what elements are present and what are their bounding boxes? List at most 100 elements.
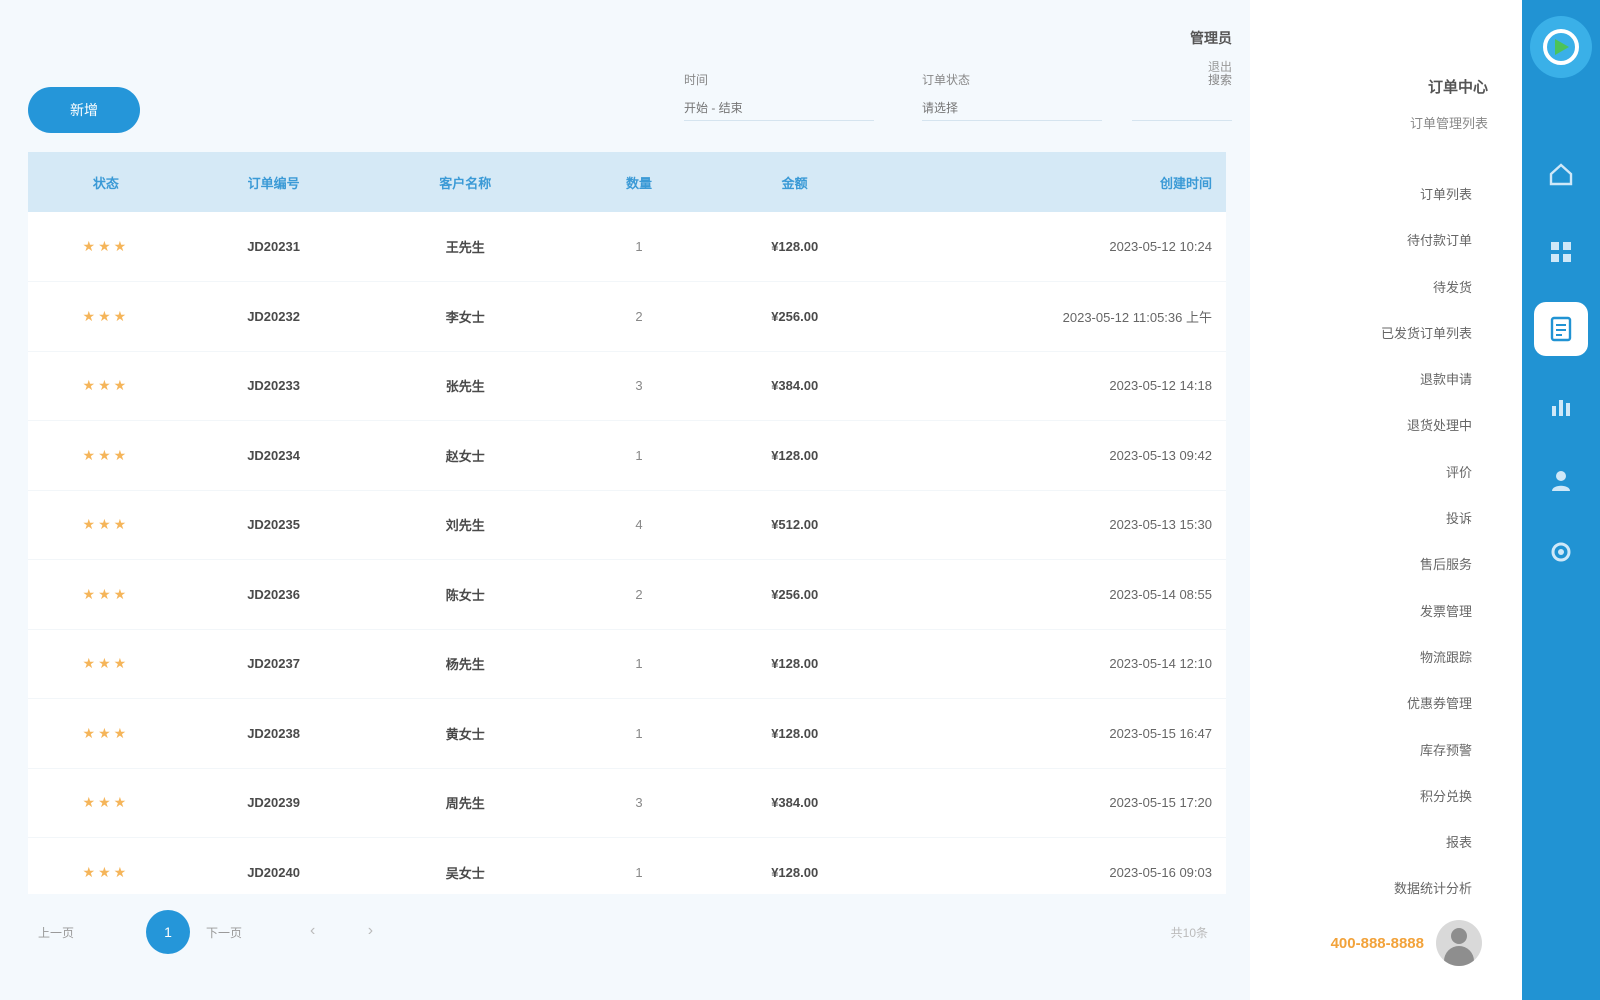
- table-row[interactable]: ★★★ JD20233 张先生 3 ¥384.00 2023-05-12 14:…: [28, 351, 1226, 421]
- table-row[interactable]: ★★★ JD20240 吴女士 1 ¥128.00 2023-05-16 09:…: [28, 837, 1226, 894]
- subnav-header: 订单中心 订单管理列表: [1410, 76, 1488, 132]
- subnav-item[interactable]: 待发货: [1252, 265, 1472, 311]
- cell-order-no: JD20239: [183, 768, 364, 838]
- col-header-amount[interactable]: 金额: [711, 152, 879, 212]
- chart-icon[interactable]: [1541, 386, 1581, 426]
- cell-qty: 1: [567, 629, 711, 699]
- rating-stars: ★★★: [82, 794, 130, 811]
- cell-customer: 李女士: [363, 281, 568, 352]
- col-header-customer[interactable]: 客户名称: [363, 152, 567, 212]
- subnav-item[interactable]: 发票管理: [1252, 589, 1472, 635]
- cell-created: 2023-05-14 08:55: [878, 559, 1226, 630]
- cell-customer: 周先生: [363, 768, 568, 838]
- subnav-item[interactable]: 已发货订单列表: [1252, 311, 1472, 357]
- table-row[interactable]: ★★★ JD20232 李女士 2 ¥256.00 2023-05-12 11:…: [28, 281, 1226, 352]
- table-row[interactable]: ★★★ JD20236 陈女士 2 ¥256.00 2023-05-14 08:…: [28, 559, 1226, 630]
- cell-created: 2023-05-13 15:30: [878, 490, 1226, 560]
- cell-qty: 1: [567, 420, 711, 491]
- user-info: 管理员 退出: [1190, 28, 1232, 75]
- settings-icon[interactable]: [1541, 532, 1581, 572]
- subnav-item[interactable]: 订单列表: [1252, 172, 1472, 218]
- grid-icon[interactable]: [1541, 232, 1581, 272]
- subnav-item[interactable]: 待付款订单: [1252, 218, 1472, 264]
- cell-created: 2023-05-15 16:47: [878, 698, 1226, 769]
- rating-stars: ★★★: [82, 585, 130, 602]
- table-row[interactable]: ★★★ JD20231 王先生 1 ¥128.00 2023-05-12 10:…: [28, 212, 1226, 282]
- subnav-item[interactable]: 退货处理中: [1252, 403, 1472, 449]
- avatar[interactable]: [1436, 920, 1482, 966]
- subnav-item[interactable]: 退款申请: [1252, 357, 1472, 403]
- subnav-item[interactable]: 优惠券管理: [1252, 681, 1472, 727]
- logo-icon[interactable]: [1530, 16, 1592, 78]
- rating-stars: ★★★: [82, 238, 130, 254]
- current-page-button[interactable]: 1: [146, 910, 190, 954]
- filter-time-label: 时间: [684, 73, 709, 87]
- document-icon[interactable]: [1534, 302, 1588, 356]
- cell-customer: 黄女士: [363, 698, 568, 769]
- subnav-footer: 400-888-8888: [1331, 920, 1482, 966]
- table-row[interactable]: ★★★ JD20239 周先生 3 ¥384.00 2023-05-15 17:…: [28, 768, 1226, 838]
- cell-amount: ¥384.00: [710, 768, 879, 838]
- hotline-phone: 400-888-8888: [1330, 934, 1424, 952]
- cell-order-no: JD20234: [183, 420, 364, 491]
- subnav-list: 订单列表 待付款订单 待发货 已发货订单列表 退款申请 退货处理中 评价 投诉 …: [1252, 172, 1472, 913]
- subnav-subtitle: 订单管理列表: [1409, 116, 1488, 131]
- col-header-qty[interactable]: 数量: [567, 152, 711, 212]
- cell-customer: 赵女士: [363, 420, 568, 491]
- cell-qty: 3: [567, 351, 711, 421]
- subnav-item[interactable]: 投诉: [1252, 496, 1472, 542]
- cell-amount: ¥384.00: [710, 351, 879, 421]
- cell-amount: ¥128.00: [710, 212, 879, 282]
- pagination: 上一页 1 下一页 ‹ › 共10条: [30, 910, 1220, 954]
- cell-order-no: JD20236: [183, 559, 364, 630]
- total-count: 共10条: [1170, 926, 1208, 940]
- next-page-button[interactable]: 下一页: [206, 924, 242, 941]
- cell-customer: 张先生: [363, 351, 568, 421]
- orders-table: 状态 订单编号 客户名称 数量 金额 创建时间 ★★★ JD20231 王先生 …: [28, 152, 1226, 894]
- col-header-status[interactable]: 状态: [28, 152, 184, 212]
- cell-amount: ¥128.00: [710, 837, 879, 894]
- subnav-item[interactable]: 售后服务: [1252, 542, 1472, 588]
- rating-stars: ★★★: [82, 724, 130, 741]
- cell-qty: 1: [567, 212, 711, 282]
- time-range-input[interactable]: [684, 95, 874, 121]
- cell-amount: ¥128.00: [710, 698, 879, 769]
- subnav-item[interactable]: 物流跟踪: [1252, 635, 1472, 681]
- cell-qty: 2: [567, 559, 711, 630]
- subnav-item[interactable]: 报表: [1252, 820, 1472, 866]
- rating-stars: ★★★: [82, 307, 130, 324]
- cell-order-no: JD20231: [183, 212, 364, 282]
- table-row[interactable]: ★★★ JD20235 刘先生 4 ¥512.00 2023-05-13 15:…: [28, 490, 1226, 560]
- col-header-order-no[interactable]: 订单编号: [184, 152, 364, 212]
- table-row[interactable]: ★★★ JD20234 赵女士 1 ¥128.00 2023-05-13 09:…: [28, 420, 1226, 491]
- table-row[interactable]: ★★★ JD20238 黄女士 1 ¥128.00 2023-05-15 16:…: [28, 698, 1226, 769]
- cell-amount: ¥128.00: [710, 420, 879, 491]
- col-header-created[interactable]: 创建时间: [879, 152, 1226, 212]
- add-button[interactable]: 新增: [28, 87, 140, 133]
- cell-amount: ¥256.00: [710, 281, 879, 352]
- cell-order-no: JD20235: [183, 490, 364, 560]
- subnav-item[interactable]: 评价: [1252, 450, 1472, 496]
- cell-qty: 3: [567, 768, 711, 838]
- home-icon[interactable]: [1541, 154, 1581, 194]
- subnav-item[interactable]: 库存预警: [1252, 728, 1472, 774]
- user-icon[interactable]: [1541, 460, 1581, 500]
- table-header-row: 状态 订单编号 客户名称 数量 金额 创建时间: [28, 152, 1226, 212]
- cell-amount: ¥128.00: [710, 629, 879, 699]
- subnav-item[interactable]: 数据统计分析: [1252, 866, 1472, 912]
- prev-page-button[interactable]: 上一页: [38, 924, 74, 941]
- cell-created: 2023-05-12 11:05:36 上午: [878, 281, 1226, 352]
- search-label[interactable]: 搜索: [1208, 71, 1232, 88]
- page-arrows[interactable]: ‹ ›: [310, 922, 397, 940]
- cell-customer: 王先生: [363, 212, 568, 282]
- status-select[interactable]: [922, 95, 1102, 121]
- cell-customer: 陈女士: [363, 559, 568, 630]
- cell-customer: 吴女士: [363, 837, 568, 894]
- subnav-item[interactable]: 积分兑换: [1252, 774, 1472, 820]
- table-row[interactable]: ★★★ JD20237 杨先生 1 ¥128.00 2023-05-14 12:…: [28, 629, 1226, 699]
- toolbar: 新增 时间 订单状态 搜索: [28, 73, 1232, 135]
- cell-order-no: JD20238: [183, 698, 364, 769]
- search-input[interactable]: [1132, 95, 1232, 121]
- cell-qty: 4: [567, 490, 711, 560]
- user-label[interactable]: 管理员: [1190, 28, 1232, 48]
